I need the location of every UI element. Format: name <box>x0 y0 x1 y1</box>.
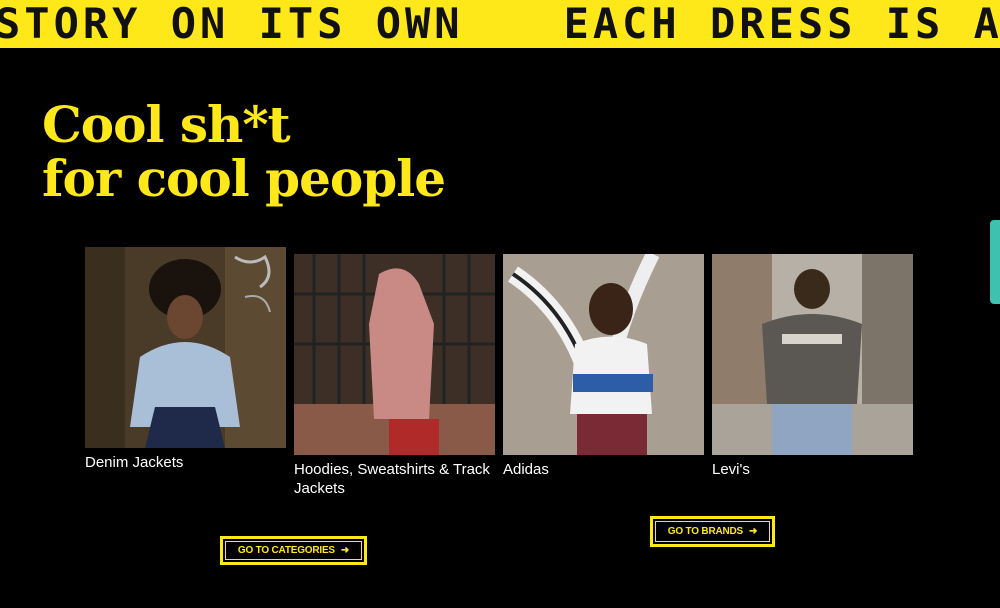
button-label: GO TO CATEGORIES <box>237 545 335 556</box>
marquee-text-b: EACH DRESS IS A ST <box>563 0 1000 48</box>
card-photo[interactable] <box>503 254 704 455</box>
card-photo[interactable] <box>294 254 495 455</box>
headline-line-1: Cool sh*t <box>42 95 291 154</box>
side-feedback-tab[interactable] <box>990 220 1000 304</box>
marquee-banner: STORY ON ITS OWN EACH DRESS IS A ST <box>0 0 1000 48</box>
go-to-brands-button[interactable]: GO TO BRANDS ➜ <box>650 516 775 547</box>
card-label[interactable]: Levi's <box>712 460 913 479</box>
button-label: GO TO BRANDS <box>667 526 743 537</box>
go-to-categories-button[interactable]: GO TO CATEGORIES ➜ <box>220 536 367 565</box>
arrow-right-icon: ➜ <box>340 545 350 556</box>
headline-line-2: for cool people <box>42 149 446 208</box>
card-label[interactable]: Hoodies, Sweatshirts & Track Jackets <box>294 460 495 498</box>
card-label[interactable]: Adidas <box>503 460 704 479</box>
marquee-text-a: STORY ON ITS OWN <box>0 0 464 48</box>
card-photo[interactable] <box>85 247 286 448</box>
page-headline: Cool sh*t for cool people <box>42 95 446 208</box>
arrow-right-icon: ➜ <box>749 526 758 537</box>
marquee-track: STORY ON ITS OWN EACH DRESS IS A ST <box>0 1 1000 47</box>
card-photo[interactable] <box>712 254 913 455</box>
card-label[interactable]: Denim Jackets <box>85 453 286 472</box>
